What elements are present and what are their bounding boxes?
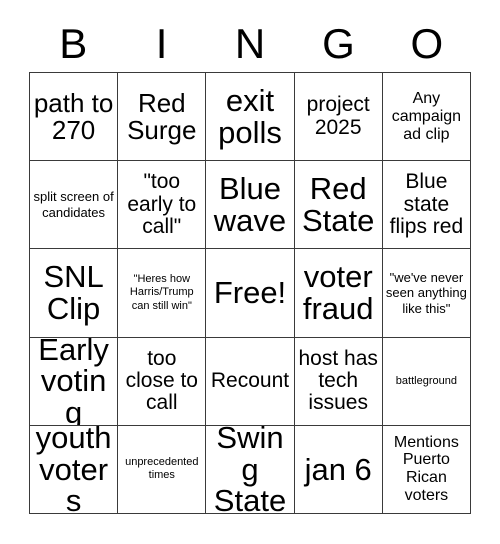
bingo-cell[interactable]: "we've never seen anything like this"	[382, 249, 471, 338]
bingo-card: B I N G O path to 270 Red Surge exit pol…	[0, 0, 500, 544]
bingo-cell[interactable]: Recount	[206, 337, 295, 426]
bingo-cell[interactable]: too close to call	[118, 337, 207, 426]
bingo-cell[interactable]: Blue state flips red	[382, 161, 471, 250]
bingo-grid: path to 270 Red Surge exit polls project…	[29, 72, 471, 514]
header-letter-o: O	[410, 20, 444, 67]
header-letter-n: N	[234, 20, 266, 67]
bingo-cell-text: Red Surge	[127, 87, 197, 145]
bingo-cell-text: Free!	[213, 275, 287, 311]
bingo-cell[interactable]: host has tech issues	[294, 337, 383, 426]
bingo-cell[interactable]: battleground	[382, 337, 471, 426]
bingo-cell-text: voter fraud	[302, 259, 374, 326]
bingo-cell[interactable]: Swing State	[206, 425, 295, 514]
bingo-cell-text: SNL Clip	[43, 259, 104, 326]
bingo-cell[interactable]: youth voters	[30, 425, 119, 514]
bingo-cell-text: Swing State	[213, 425, 287, 514]
bingo-cell[interactable]: exit polls	[206, 73, 295, 162]
bingo-cell[interactable]: Any campaign ad clip	[382, 73, 471, 162]
bingo-cell-text: jan 6	[304, 451, 372, 487]
bingo-cell[interactable]: split screen of candidates	[30, 161, 119, 250]
bingo-cell-text: Mentions Puerto Rican voters	[393, 433, 459, 505]
bingo-cell-text: Blue wave	[213, 171, 287, 238]
bingo-cell-text: Recount	[210, 369, 290, 393]
bingo-cell-text: Early voting	[38, 337, 109, 426]
bingo-cell[interactable]: jan 6	[294, 425, 383, 514]
bingo-cell-text: host has tech issues	[298, 346, 378, 415]
bingo-cell[interactable]: "too early to call"	[118, 161, 207, 250]
bingo-cell-text: exit polls	[218, 82, 282, 150]
bingo-cell-text: split screen of candidates	[33, 189, 114, 220]
bingo-cell[interactable]: Red Surge	[118, 73, 207, 162]
bingo-cell-text: youth voters	[35, 425, 112, 514]
bingo-cell[interactable]: Blue wave	[206, 161, 295, 250]
bingo-cell[interactable]: SNL Clip	[30, 249, 119, 338]
header-letter-g: G	[322, 20, 355, 67]
bingo-cell[interactable]: path to 270	[30, 73, 119, 162]
header-letter-b: B	[59, 20, 88, 67]
bingo-header-row: B I N G O	[29, 16, 471, 72]
bingo-cell-text: "Heres how Harris/Trump can still win"	[129, 273, 194, 312]
bingo-cell-text: too close to call	[125, 346, 198, 415]
bingo-cell-text: "we've never seen anything like this"	[385, 270, 467, 316]
bingo-cell-text: unprecedented times	[125, 456, 199, 482]
bingo-cell[interactable]: project 2025	[294, 73, 383, 162]
bingo-cell[interactable]: unprecedented times	[118, 425, 207, 514]
bingo-cell-text: Any campaign ad clip	[391, 89, 462, 143]
bingo-cell[interactable]: Early voting	[30, 337, 119, 426]
bingo-cell-text: "too early to call"	[127, 170, 197, 238]
bingo-cell[interactable]: "Heres how Harris/Trump can still win"	[118, 249, 207, 338]
bingo-cell[interactable]: Red State	[294, 161, 383, 250]
bingo-cell-text: Red State	[302, 171, 375, 238]
bingo-cell-text: Blue state flips red	[389, 170, 464, 238]
bingo-cell-free[interactable]: Free!	[206, 249, 295, 338]
bingo-cell-text: project 2025	[306, 93, 370, 139]
bingo-cell[interactable]: voter fraud	[294, 249, 383, 338]
bingo-cell-text: battleground	[395, 374, 457, 387]
bingo-cell[interactable]: Mentions Puerto Rican voters	[382, 425, 471, 514]
header-letter-i: I	[155, 20, 168, 67]
bingo-cell-text: path to 270	[33, 87, 114, 145]
